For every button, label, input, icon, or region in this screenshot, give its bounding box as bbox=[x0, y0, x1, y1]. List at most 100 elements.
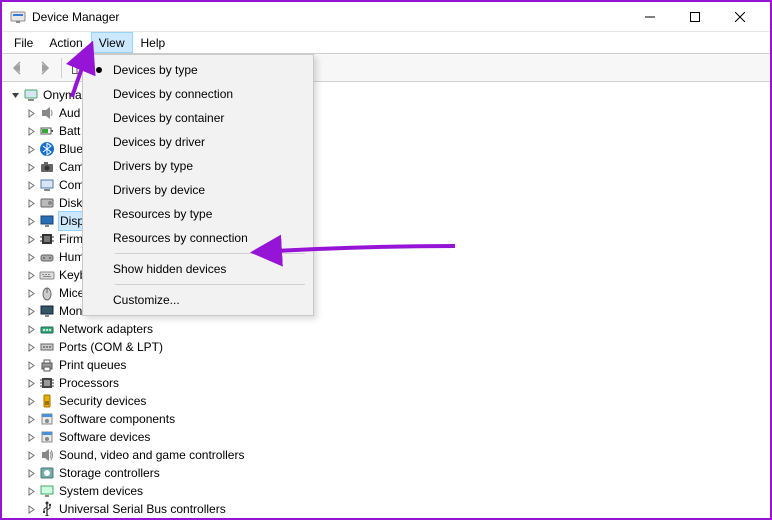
tree-node[interactable]: Universal Serial Bus controllers bbox=[8, 500, 768, 516]
view-menu-item[interactable]: Devices by container bbox=[85, 106, 311, 130]
menu-customize[interactable]: Customize... bbox=[85, 288, 311, 312]
keyboard-icon bbox=[39, 267, 55, 283]
menu-item-label: Resources by type bbox=[113, 207, 212, 221]
tree-node-label: Aud bbox=[59, 104, 80, 122]
chevron-right-icon[interactable] bbox=[24, 304, 38, 318]
tree-node[interactable]: Storage controllers bbox=[8, 464, 768, 482]
tree-node[interactable]: Network adapters bbox=[8, 320, 768, 338]
chevron-right-icon[interactable] bbox=[24, 466, 38, 480]
menu-file[interactable]: File bbox=[6, 32, 41, 53]
radio-dot-icon bbox=[85, 66, 113, 74]
chevron-right-icon[interactable] bbox=[24, 376, 38, 390]
tree-node-label: Print queues bbox=[59, 356, 126, 374]
tree-node-label: Firm bbox=[59, 230, 83, 248]
tree-node-label: Blue bbox=[59, 140, 83, 158]
tree-node[interactable]: Ports (COM & LPT) bbox=[8, 338, 768, 356]
view-menu-dropdown: Devices by typeDevices by connection Devi… bbox=[82, 54, 314, 316]
hid-icon bbox=[39, 249, 55, 265]
tree-node-label: Security devices bbox=[59, 392, 146, 410]
menu-item-label: Devices by container bbox=[113, 111, 224, 125]
back-button[interactable] bbox=[6, 56, 30, 80]
tree-node-label: System devices bbox=[59, 482, 143, 500]
software-icon bbox=[39, 429, 55, 445]
menu-item-label: Customize... bbox=[113, 293, 180, 307]
tree-node-label: Software components bbox=[59, 410, 175, 428]
port-icon bbox=[39, 339, 55, 355]
chevron-down-icon[interactable] bbox=[8, 88, 22, 102]
chevron-right-icon[interactable] bbox=[24, 250, 38, 264]
tree-node[interactable]: Processors bbox=[8, 374, 768, 392]
chevron-right-icon[interactable] bbox=[24, 214, 38, 228]
chevron-right-icon[interactable] bbox=[24, 484, 38, 498]
tree-node[interactable]: Security devices bbox=[8, 392, 768, 410]
view-menu-item[interactable]: Resources by connection bbox=[85, 226, 311, 250]
titlebar: Device Manager bbox=[2, 2, 770, 32]
chevron-right-icon[interactable] bbox=[24, 232, 38, 246]
tree-node-label: Sound, video and game controllers bbox=[59, 446, 244, 464]
menu-view[interactable]: View bbox=[91, 32, 133, 53]
chevron-right-icon[interactable] bbox=[24, 502, 38, 516]
tree-node-label: Mice bbox=[59, 284, 84, 302]
chevron-right-icon[interactable] bbox=[24, 268, 38, 282]
bluetooth-icon bbox=[39, 141, 55, 157]
computer-icon bbox=[39, 177, 55, 193]
chip-icon bbox=[39, 231, 55, 247]
app-icon bbox=[10, 9, 26, 25]
battery-icon bbox=[39, 123, 55, 139]
tree-node-label: Universal Serial Bus controllers bbox=[59, 500, 226, 516]
menu-item-label: Devices by driver bbox=[113, 135, 205, 149]
view-menu-item[interactable]: Resources by type bbox=[85, 202, 311, 226]
forward-button[interactable] bbox=[32, 56, 56, 80]
view-menu-item[interactable]: Drivers by type bbox=[85, 154, 311, 178]
chevron-right-icon[interactable] bbox=[24, 340, 38, 354]
network-icon bbox=[39, 321, 55, 337]
menu-separator bbox=[115, 253, 305, 254]
toolbar-separator bbox=[61, 58, 62, 78]
view-menu-item[interactable]: Devices by driver bbox=[85, 130, 311, 154]
menu-item-label: Resources by connection bbox=[113, 231, 248, 245]
menu-action[interactable]: Action bbox=[41, 32, 90, 53]
close-button[interactable] bbox=[717, 2, 762, 32]
view-menu-item[interactable]: Devices by connection bbox=[85, 82, 311, 106]
chevron-right-icon[interactable] bbox=[24, 448, 38, 462]
chevron-right-icon[interactable] bbox=[24, 106, 38, 120]
menu-show-hidden[interactable]: Show hidden devices bbox=[85, 257, 311, 281]
menu-separator bbox=[115, 284, 305, 285]
chevron-right-icon[interactable] bbox=[24, 358, 38, 372]
camera-icon bbox=[39, 159, 55, 175]
tree-node[interactable]: Sound, video and game controllers bbox=[8, 446, 768, 464]
chevron-right-icon[interactable] bbox=[24, 178, 38, 192]
chevron-right-icon[interactable] bbox=[24, 394, 38, 408]
minimize-button[interactable] bbox=[627, 2, 672, 32]
tree-node-label: Com bbox=[59, 176, 84, 194]
chevron-right-icon[interactable] bbox=[24, 196, 38, 210]
tree-node-label: Processors bbox=[59, 374, 119, 392]
speaker-icon bbox=[39, 105, 55, 121]
menu-item-label: Drivers by type bbox=[113, 159, 193, 173]
printer-icon bbox=[39, 357, 55, 373]
tree-node[interactable]: Software devices bbox=[8, 428, 768, 446]
chevron-right-icon[interactable] bbox=[24, 430, 38, 444]
mouse-icon bbox=[39, 285, 55, 301]
tree-node-label: Cam bbox=[59, 158, 84, 176]
maximize-button[interactable] bbox=[672, 2, 717, 32]
menu-help[interactable]: Help bbox=[133, 32, 174, 53]
chevron-right-icon[interactable] bbox=[24, 286, 38, 300]
chevron-right-icon[interactable] bbox=[24, 160, 38, 174]
tree-node-label: Software devices bbox=[59, 428, 150, 446]
tree-node[interactable]: System devices bbox=[8, 482, 768, 500]
tree-node-label: Batt bbox=[59, 122, 80, 140]
menu-item-label: Show hidden devices bbox=[113, 262, 226, 276]
tree-node[interactable]: Print queues bbox=[8, 356, 768, 374]
tree-node-label: Network adapters bbox=[59, 320, 153, 338]
window-title: Device Manager bbox=[32, 10, 119, 24]
chevron-right-icon[interactable] bbox=[24, 124, 38, 138]
view-menu-item[interactable]: Drivers by device bbox=[85, 178, 311, 202]
computer-icon bbox=[23, 87, 39, 103]
chevron-right-icon[interactable] bbox=[24, 412, 38, 426]
tree-node[interactable]: Software components bbox=[8, 410, 768, 428]
chevron-right-icon[interactable] bbox=[24, 142, 38, 156]
view-menu-item[interactable]: Devices by type bbox=[85, 58, 311, 82]
chevron-right-icon[interactable] bbox=[24, 322, 38, 336]
cpu-icon bbox=[39, 375, 55, 391]
